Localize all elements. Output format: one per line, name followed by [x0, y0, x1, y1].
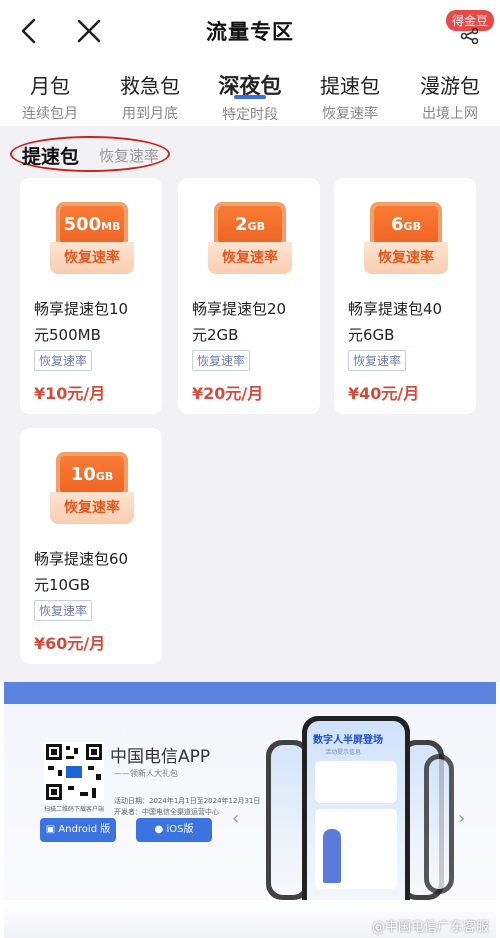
phone-screen	[271, 745, 305, 895]
package-tabs: 月包 连续包月 救急包 用到月底 深夜包 特定时段 提速包 恢复速率 漫游包 出…	[0, 62, 500, 126]
chevron-left-icon[interactable]: ‹	[232, 808, 239, 829]
badge-amount-unit: MB	[101, 220, 121, 233]
package-name-line: 畅享提速包60	[34, 550, 129, 568]
package-list-area: 提速包 恢复速率 500MB 恢复速率 畅享提速包10 元500MB 恢复速率 …	[0, 126, 500, 682]
package-price: ¥40元/月	[348, 384, 420, 403]
package-tag: 恢复速率	[34, 350, 93, 371]
tab-roaming[interactable]: 漫游包 出境上网	[400, 62, 500, 126]
package-badge: 2GB 恢复速率	[208, 202, 292, 274]
badge-amount-value: 6	[391, 214, 404, 235]
badge-label: 恢复速率	[50, 242, 134, 274]
section-subtitle: 恢复速率	[99, 147, 160, 165]
badge-label: 恢复速率	[208, 242, 292, 274]
package-name: 畅享提速包10 元500MB	[34, 296, 154, 348]
package-name-line: 畅享提速包40	[348, 300, 443, 318]
tab-sublabel: 连续包月	[22, 106, 78, 122]
package-tag: 恢复速率	[192, 350, 251, 371]
package-badge: 6GB 恢复速率	[364, 202, 448, 274]
tab-speed-boost[interactable]: 提速包 恢复速率	[300, 62, 400, 126]
page-title: 流量专区	[206, 20, 294, 44]
badge-amount-unit: GB	[403, 220, 421, 233]
apple-icon: ●	[154, 824, 167, 835]
ios-label: iOS版	[166, 824, 194, 835]
package-price: ¥60元/月	[34, 634, 106, 653]
package-name-line: 畅享提速包10	[34, 300, 129, 318]
tab-monthly[interactable]: 月包 连续包月	[0, 62, 100, 126]
android-label: Android 版	[58, 824, 111, 835]
android-icon: ▣	[45, 824, 59, 835]
badge-amount: 10GB	[60, 456, 124, 494]
badge-amount-unit: GB	[95, 470, 114, 483]
phone-screen: 数字人半屏登场 活动提示信息	[307, 721, 405, 921]
package-badge: 500MB 恢复速率	[50, 202, 134, 274]
package-tag: 恢复速率	[34, 600, 93, 621]
badge-amount-value: 2	[235, 214, 248, 235]
badge-amount: 6GB	[374, 206, 438, 244]
package-name-line: 元2GB	[192, 326, 239, 344]
digital-person-figure	[323, 829, 341, 883]
header-bar: 流量专区 得金豆	[0, 0, 500, 62]
badge-amount-value: 500	[63, 214, 102, 235]
badge-label: 恢复速率	[50, 492, 134, 524]
badge-amount-unit: GB	[247, 220, 265, 233]
phone-header-text: 数字人半屏登场	[313, 735, 383, 746]
badge-amount-value: 10	[70, 464, 96, 485]
tab-emergency[interactable]: 救急包 用到月底	[100, 62, 200, 126]
watermark-text: @中国电信广东客服	[372, 920, 490, 935]
activity-time: 活动日期：2024年1月1日至2024年12月31日	[114, 797, 261, 805]
tab-sublabel: 恢复速率	[322, 106, 378, 122]
share-icon[interactable]	[460, 28, 480, 44]
package-card[interactable]: 6GB 恢复速率 畅享提速包40 元6GB 恢复速率 ¥40元/月	[334, 178, 476, 414]
package-card[interactable]: 500MB 恢复速率 畅享提速包10 元500MB 恢复速率 ¥10元/月	[20, 178, 162, 414]
package-card[interactable]: 10GB 恢复速率 畅享提速包60 元10GB 恢复速率 ¥60元/月	[20, 428, 162, 664]
package-badge: 10GB 恢复速率	[50, 452, 134, 524]
app-name: 中国电信APP	[110, 747, 211, 767]
package-name: 畅享提速包60 元10GB	[34, 546, 154, 598]
badge-amount: 500MB	[60, 206, 124, 244]
phone-mockup	[424, 754, 454, 894]
qr-caption: 扫描二维码下载客户端	[44, 806, 105, 813]
section-title: 提速包	[22, 146, 80, 168]
phone-sub-text: 活动提示信息	[325, 749, 362, 756]
package-name-line: 畅享提速包20	[192, 300, 287, 318]
tab-label: 漫游包	[420, 74, 480, 98]
tab-sublabel: 出境上网	[422, 106, 478, 122]
app-slogan: ——领新人大礼包	[114, 769, 178, 778]
tab-label: 救急包	[120, 74, 180, 98]
package-name-line: 元10GB	[34, 576, 91, 594]
tab-sublabel: 特定时段	[222, 107, 278, 123]
package-name: 畅享提速包40 元6GB	[348, 296, 468, 348]
phone-card	[315, 761, 397, 803]
package-name-line: 元6GB	[348, 326, 395, 344]
app-download-banner[interactable]: 扫描二维码下载客户端 中国电信APP ——领新人大礼包 活动日期：2024年1月…	[4, 704, 496, 938]
package-price: ¥20元/月	[192, 384, 264, 403]
phone-mockup-main: 数字人半屏登场 活动提示信息	[302, 716, 410, 926]
package-name: 畅享提速包20 元2GB	[192, 296, 312, 348]
banner-top-strip	[4, 682, 496, 704]
tab-late-night[interactable]: 深夜包 特定时段	[200, 62, 300, 126]
tab-sublabel: 用到月底	[122, 106, 178, 122]
package-price: ¥10元/月	[34, 384, 106, 403]
ios-download-button[interactable]: ● iOS版	[136, 818, 212, 842]
active-tab-indicator	[234, 95, 266, 99]
package-card[interactable]: 2GB 恢复速率 畅享提速包20 元2GB 恢复速率 ¥20元/月	[178, 178, 320, 414]
android-download-button[interactable]: ▣ Android 版	[40, 818, 116, 842]
package-name-line: 元500MB	[34, 326, 101, 344]
tab-label: 提速包	[320, 74, 380, 98]
badge-amount: 2GB	[218, 206, 282, 244]
chevron-right-icon[interactable]: ›	[458, 808, 465, 829]
phone-screen	[429, 759, 449, 889]
badge-label: 恢复速率	[364, 242, 448, 274]
package-tag: 恢复速率	[348, 350, 407, 371]
tab-label: 月包	[30, 74, 70, 98]
qr-code-icon[interactable]	[44, 742, 104, 802]
